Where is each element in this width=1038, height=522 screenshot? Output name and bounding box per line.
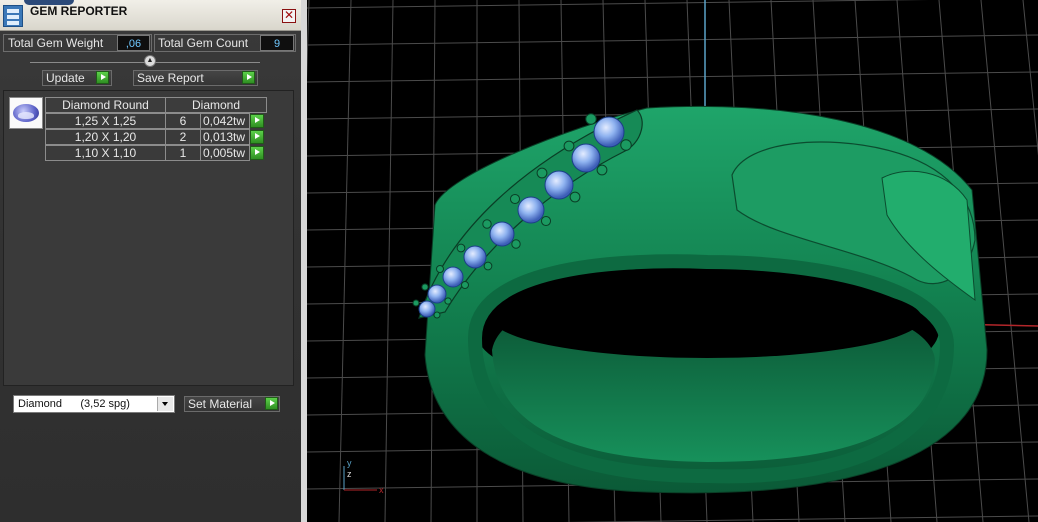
- prong: [569, 191, 581, 203]
- gem-reporter-app-icon: [3, 5, 23, 27]
- prong: [509, 193, 521, 205]
- prong: [511, 239, 521, 249]
- viewport-scene: x y z: [307, 0, 1038, 522]
- prong: [433, 311, 441, 319]
- gem-stone: [463, 245, 487, 269]
- window-title: GEM REPORTER: [30, 4, 128, 18]
- gem-stone: [442, 266, 464, 288]
- gem-reporter-panel: GEM REPORTER ✕ Total Gem Weight ,06 Tota…: [0, 0, 301, 522]
- green-play-arrow-icon: [265, 397, 278, 410]
- prong: [436, 265, 444, 273]
- gem-stone: [571, 143, 601, 173]
- total-gem-count-value: 9: [260, 35, 294, 51]
- grid-line: [338, 0, 352, 522]
- total-gem-count-label: Total Gem Count: [158, 36, 249, 50]
- gem-stone: [544, 170, 574, 200]
- gem-stone: [489, 221, 515, 247]
- gem-size-cell: 1,20 X 1,20: [45, 129, 166, 145]
- update-button[interactable]: Update: [42, 70, 112, 86]
- grid-line: [562, 515, 1038, 522]
- green-play-arrow-icon[interactable]: [250, 130, 264, 144]
- green-play-arrow-icon[interactable]: [250, 114, 264, 128]
- material-select-value: Diamond (3,52 spg): [18, 398, 130, 410]
- grid-line: [307, 0, 929, 9]
- table-row[interactable]: 1,20 X 1,20 2 0,013tw: [45, 129, 267, 145]
- prong: [596, 164, 608, 176]
- chevron-down-icon[interactable]: [157, 397, 173, 411]
- gem-stone: [517, 196, 545, 224]
- gem-weight-cell: 0,013tw: [200, 129, 250, 145]
- green-play-arrow-icon[interactable]: [250, 146, 264, 160]
- prong: [483, 261, 493, 271]
- grid-line: [980, 0, 1030, 522]
- title-bar[interactable]: GEM REPORTER ✕: [0, 0, 301, 31]
- gem-count-cell: 1: [165, 145, 201, 161]
- total-gem-weight-label: Total Gem Weight: [8, 36, 104, 50]
- shape-column-header: Diamond Round: [45, 97, 166, 113]
- green-play-arrow-icon: [242, 71, 255, 84]
- triad-y-label: y: [347, 458, 352, 468]
- material-select[interactable]: Diamond (3,52 spg): [13, 395, 175, 413]
- set-material-button[interactable]: Set Material: [184, 396, 280, 412]
- prong: [412, 299, 420, 307]
- material-column-header: Diamond: [165, 97, 267, 113]
- gem-weight-cell: 0,005tw: [200, 145, 250, 161]
- prong: [461, 281, 469, 289]
- prong: [536, 167, 548, 179]
- grid-line: [307, 0, 310, 82]
- prong: [540, 215, 552, 227]
- gem-count-cell: 2: [165, 129, 201, 145]
- table-row[interactable]: 1,10 X 1,10 1 0,005tw: [45, 145, 267, 161]
- gem-size-cell: 1,10 X 1,10: [45, 145, 166, 161]
- grid-line: [307, 71, 1038, 83]
- gem-stone: [418, 300, 436, 318]
- update-button-label: Update: [46, 71, 85, 85]
- green-play-arrow-icon: [96, 71, 109, 84]
- close-icon[interactable]: ✕: [282, 9, 296, 23]
- gem-weight-cell: 0,042tw: [200, 113, 250, 129]
- prong: [456, 243, 466, 253]
- 3d-viewport[interactable]: x y z: [307, 0, 1038, 522]
- triad-x-label: x: [379, 485, 384, 495]
- gem-stone: [593, 116, 625, 148]
- save-report-button-label: Save Report: [137, 71, 204, 85]
- gem-count-cell: 6: [165, 113, 201, 129]
- prong: [620, 139, 632, 151]
- total-gem-weight-value: ,06: [117, 35, 150, 51]
- prong: [563, 140, 575, 152]
- gem-size-cell: 1,25 X 1,25: [45, 113, 166, 129]
- grid-line: [1022, 0, 1038, 156]
- table-row[interactable]: 1,25 X 1,25 6 0,042tw: [45, 113, 267, 129]
- triad-z-label: z: [347, 469, 352, 479]
- round-diamond-icon[interactable]: [9, 97, 43, 129]
- prong: [585, 113, 597, 125]
- collapse-up-icon[interactable]: ▲: [144, 55, 156, 67]
- prong: [482, 219, 492, 229]
- ring-hole: [492, 278, 922, 358]
- set-material-button-label: Set Material: [188, 397, 253, 411]
- save-report-button[interactable]: Save Report: [133, 70, 258, 86]
- prong: [421, 283, 429, 291]
- grid-line: [307, 34, 1038, 46]
- gem-stone: [427, 284, 447, 304]
- gem-table-header: Diamond Round Diamond: [45, 97, 267, 113]
- prong: [444, 297, 452, 305]
- grid-line: [384, 0, 394, 522]
